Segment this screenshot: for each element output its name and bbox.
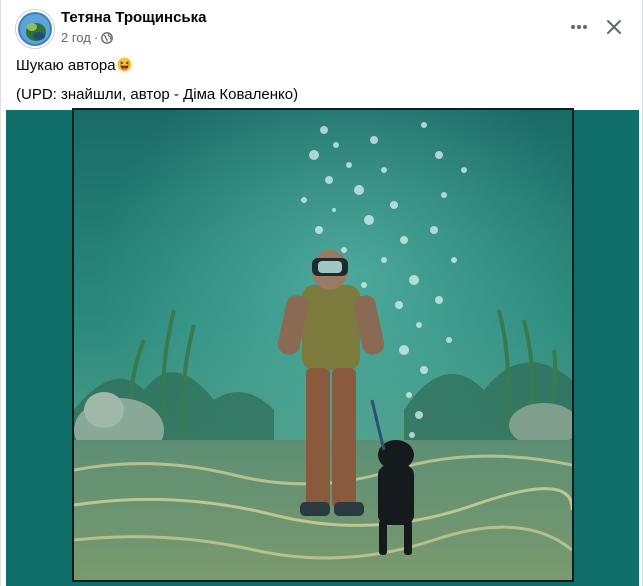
- post-image[interactable]: [74, 110, 572, 580]
- post-media[interactable]: [6, 110, 639, 586]
- post-meta: 2 год ·: [61, 30, 114, 45]
- close-button[interactable]: [601, 14, 627, 40]
- post-time[interactable]: 2 год: [61, 30, 91, 45]
- post-body: Шукаю автора (UPD: знайшли, автор - Діма…: [16, 55, 626, 105]
- post-text-main: Шукаю автора: [16, 57, 116, 74]
- grinning-squinting-face-icon: [117, 57, 132, 72]
- post-text-line-1: Шукаю автора: [16, 55, 626, 76]
- post-text-line-2: (UPD: знайшли, автор - Діма Коваленко): [16, 86, 299, 103]
- facebook-post: Тетяна Трощинська 2 год · Шукаю автора (…: [0, 0, 643, 586]
- author-name[interactable]: Тетяна Трощинська: [61, 9, 207, 26]
- globe-icon: [101, 31, 114, 44]
- more-options-button[interactable]: [565, 15, 593, 39]
- author-avatar[interactable]: [16, 10, 54, 48]
- avatar-image: [18, 12, 52, 46]
- post-header: Тетяна Трощинська 2 год ·: [1, 0, 643, 52]
- underwater-scene-image: [74, 110, 572, 580]
- meta-separator: ·: [93, 30, 99, 45]
- more-horizontal-icon: [571, 25, 587, 29]
- close-icon: [607, 20, 621, 34]
